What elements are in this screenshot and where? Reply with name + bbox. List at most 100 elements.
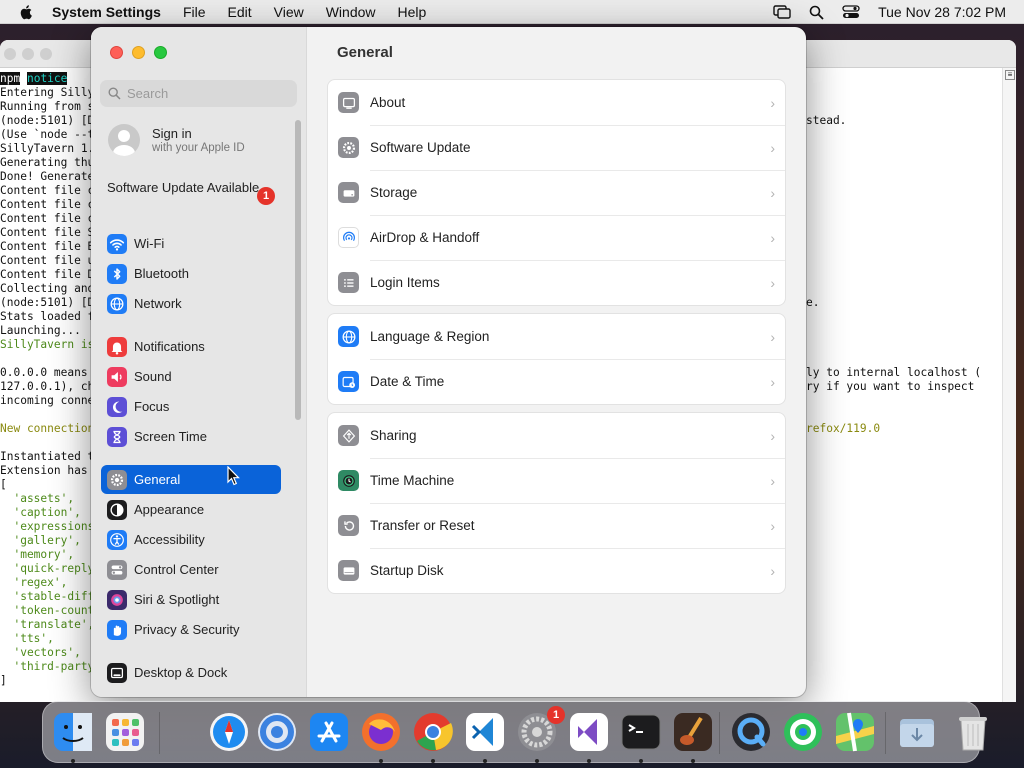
dock-item[interactable] <box>729 710 773 754</box>
menu-edit[interactable]: Edit <box>228 4 252 20</box>
settings-row-time-machine[interactable]: Time Machine › <box>328 458 785 503</box>
sidebar-item-appearance[interactable]: Appearance <box>101 495 281 524</box>
sidebar-icon <box>107 662 127 683</box>
sidebar-icon <box>107 396 127 417</box>
dock-item[interactable] <box>567 710 611 754</box>
zoom-button[interactable] <box>154 46 167 59</box>
visual-studio-icon <box>570 713 608 751</box>
dock-item[interactable] <box>619 710 663 754</box>
terminal-scrollbar[interactable]: ≡ <box>1002 68 1016 702</box>
row-label: About <box>370 95 406 110</box>
menu-view[interactable]: View <box>274 4 304 20</box>
menu-window[interactable]: Window <box>326 4 376 20</box>
chevron-right-icon: › <box>770 329 775 345</box>
sharing-icon <box>342 428 355 443</box>
find-my-icon <box>784 713 822 751</box>
settings-row-language-and-region[interactable]: Language & Region › <box>328 314 785 359</box>
update-badge: 1 <box>257 187 275 205</box>
sidebar-item-bluetooth[interactable]: Bluetooth <box>101 259 281 288</box>
sidebar-item-control-center[interactable]: Control Center <box>101 555 281 584</box>
screen-mirroring-icon[interactable] <box>773 5 791 19</box>
sidebar-scrollbar[interactable] <box>295 120 301 420</box>
sidebar-item-screen-time[interactable]: Screen Time <box>101 422 281 451</box>
downloads-folder-icon <box>900 719 934 747</box>
sidebar-item-notifications[interactable]: Notifications <box>101 332 281 361</box>
settings-group: Language & Region › Date & Time › <box>327 313 786 405</box>
settings-row-startup-disk[interactable]: Startup Disk › <box>328 548 785 593</box>
row-label: Storage <box>370 185 418 200</box>
avatar <box>108 124 140 156</box>
sidebar-item-label: Appearance <box>134 502 205 517</box>
firefox-icon <box>362 713 400 751</box>
menubar-clock[interactable]: Tue Nov 28 7:02 PM <box>878 4 1006 20</box>
sidebar-item-siri-and-spotlight[interactable]: Siri & Spotlight <box>101 585 281 614</box>
menu-file[interactable]: File <box>183 4 206 20</box>
settings-row-about[interactable]: About › <box>328 80 785 125</box>
zoom-button[interactable] <box>40 48 52 60</box>
search-input[interactable] <box>127 86 287 101</box>
close-button[interactable] <box>4 48 16 60</box>
sidebar-item-wi-fi[interactable]: Wi-Fi <box>101 229 281 258</box>
apple-menu-icon[interactable] <box>18 4 36 20</box>
settings-group: About › Software Update › Storage › AirDrop & … <box>327 79 786 306</box>
apple-id-signin[interactable]: Sign in with your Apple ID <box>108 124 245 156</box>
row-icon <box>338 371 359 392</box>
accessibility-icon <box>110 532 124 547</box>
row-icon <box>338 470 359 491</box>
globe-icon <box>342 330 355 343</box>
settings-row-airdrop-and-handoff[interactable]: AirDrop & Handoff › <box>328 215 785 260</box>
sidebar-item-focus[interactable]: Focus <box>101 392 281 421</box>
sidebar-icon <box>107 559 127 580</box>
chromium-icon <box>258 713 296 751</box>
chrome-icon <box>414 713 453 751</box>
dock-item[interactable] <box>951 710 995 754</box>
dock-separator <box>159 712 160 754</box>
dock-item[interactable] <box>255 710 299 754</box>
software-update-available[interactable]: Software Update Available <box>107 180 277 196</box>
settings-row-login-items[interactable]: Login Items › <box>328 260 785 305</box>
dock-item[interactable] <box>359 710 403 754</box>
dock-item[interactable] <box>463 710 507 754</box>
minimize-button[interactable] <box>132 46 145 59</box>
chevron-right-icon: › <box>770 95 775 111</box>
quicktime-icon <box>732 713 770 751</box>
dock-item[interactable] <box>833 710 877 754</box>
sidebar-item-label: Sound <box>134 369 172 384</box>
dock-item[interactable] <box>307 710 351 754</box>
dock-item[interactable] <box>51 710 95 754</box>
dock-item[interactable] <box>895 710 939 754</box>
sidebar-item-privacy-and-security[interactable]: Privacy & Security <box>101 615 281 644</box>
settings-row-storage[interactable]: Storage › <box>328 170 785 215</box>
dock-item[interactable] <box>103 710 147 754</box>
sidebar-item-label: Privacy & Security <box>134 622 240 637</box>
scroll-marker-icon: ≡ <box>1005 70 1015 80</box>
dock-item[interactable] <box>781 710 825 754</box>
menu-help[interactable]: Help <box>398 4 427 20</box>
dock-item[interactable] <box>411 710 455 754</box>
chevron-right-icon: › <box>770 185 775 201</box>
control-center-icon[interactable] <box>842 5 860 19</box>
minimize-button[interactable] <box>22 48 34 60</box>
settings-row-transfer-or-reset[interactable]: Transfer or Reset › <box>328 503 785 548</box>
settings-row-date-and-time[interactable]: Date & Time › <box>328 359 785 404</box>
search-field[interactable] <box>100 80 297 107</box>
settings-row-software-update[interactable]: Software Update › <box>328 125 785 170</box>
sidebar-item-sound[interactable]: Sound <box>101 362 281 391</box>
row-label: Sharing <box>370 428 417 443</box>
sidebar-item-accessibility[interactable]: Accessibility <box>101 525 281 554</box>
sidebar-item-label: Siri & Spotlight <box>134 592 220 607</box>
dock-item[interactable] <box>671 710 715 754</box>
dock-item[interactable] <box>207 710 251 754</box>
calendar-clock-icon <box>342 376 355 388</box>
close-button[interactable] <box>110 46 123 59</box>
sidebar-item-general[interactable]: General <box>101 465 281 494</box>
chevron-right-icon: › <box>770 563 775 579</box>
settings-row-sharing[interactable]: Sharing › <box>328 413 785 458</box>
sidebar-item-network[interactable]: Network <box>101 289 281 318</box>
moon-icon <box>112 401 123 413</box>
sidebar-icon <box>107 263 127 284</box>
spotlight-search-icon[interactable] <box>809 5 824 20</box>
row-label: AirDrop & Handoff <box>370 230 480 245</box>
app-menu[interactable]: System Settings <box>52 4 161 20</box>
sidebar-item-desktop-and-dock[interactable]: Desktop & Dock <box>101 658 281 687</box>
